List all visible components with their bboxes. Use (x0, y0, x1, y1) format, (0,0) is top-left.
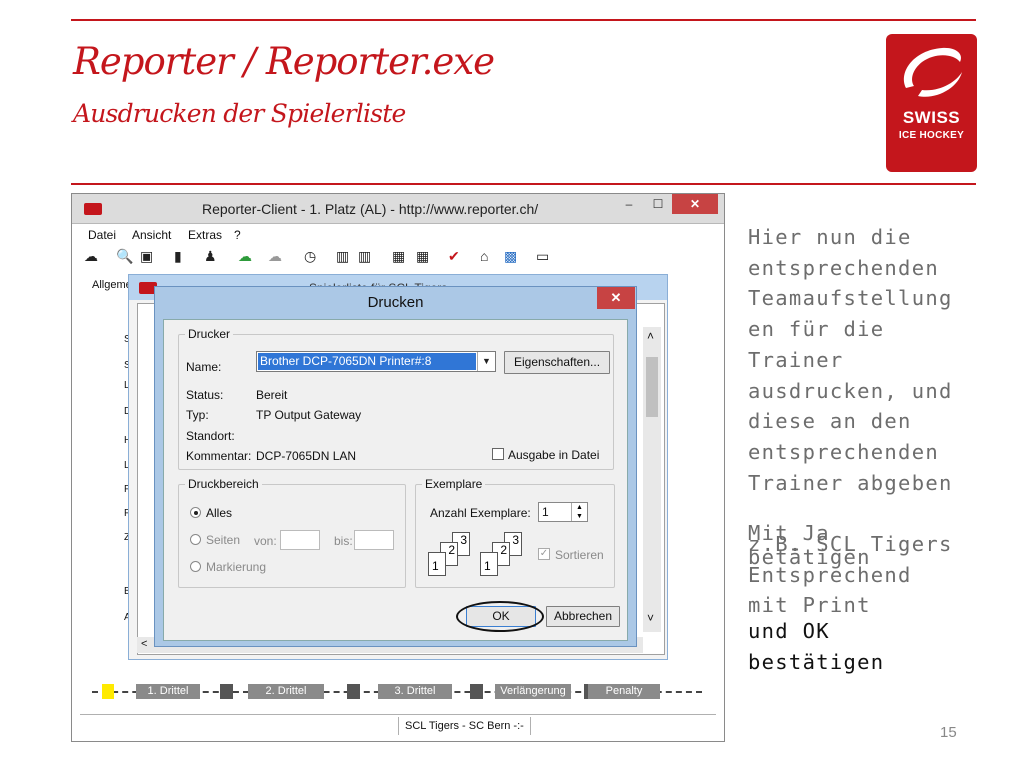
vertical-scrollbar[interactable]: ˄ ˅ (643, 327, 661, 632)
lineup-home-icon[interactable]: ▦ (392, 248, 405, 265)
printer-group-label: Drucker (185, 327, 234, 341)
copies-value: 1 (542, 505, 549, 519)
period-marker (102, 684, 114, 699)
upload-icon[interactable]: ☁ (238, 248, 252, 265)
scroll-thumb[interactable] (646, 357, 658, 417)
side-confirm-text: und OK bestätigen (748, 619, 885, 674)
collate-checkbox[interactable]: ✓ (538, 548, 550, 560)
logo-line1: SWISS (902, 108, 961, 127)
menu-ansicht[interactable]: Ansicht (132, 228, 171, 242)
range-pages-label: Seiten (206, 533, 241, 547)
cancel-button[interactable]: Abbrechen (546, 606, 620, 627)
top-rule (71, 19, 976, 21)
maximize-button[interactable]: ☐ (646, 194, 670, 214)
period-3[interactable]: 3. Drittel (378, 684, 452, 699)
window-titlebar[interactable]: Reporter-Client - 1. Platz (AL) - http:/… (72, 194, 724, 224)
cloud-download-icon[interactable]: ☁ (84, 248, 98, 265)
minimize-button[interactable]: – (618, 194, 640, 214)
range-pages-radio[interactable] (190, 534, 201, 545)
period-square (220, 684, 233, 699)
comment-value: DCP-7065DN LAN (256, 449, 357, 463)
scroll-up-arrow[interactable]: ˄ (647, 329, 654, 343)
status-value: Bereit (256, 388, 288, 402)
period-bar: 1. Drittel 2. Drittel 3. Drittel Verläng… (92, 684, 702, 704)
range-all-radio[interactable] (190, 507, 201, 518)
chevron-down-icon[interactable]: ▼ (477, 352, 495, 371)
status-label: Status: (186, 388, 224, 402)
location-label: Standort: (186, 429, 235, 443)
stopwatch-icon[interactable]: ◷ (304, 248, 316, 265)
print-dialog: Drucken ✕ Drucker Name: Brother DCP-7065… (154, 286, 637, 647)
scroll-down-arrow[interactable]: ˅ (647, 611, 654, 625)
tab-allgemein[interactable]: Allgeme (92, 279, 132, 291)
search-icon[interactable]: 🔍 (116, 248, 133, 265)
range-from-label: von: (254, 534, 277, 548)
range-to-label: bis: (334, 534, 353, 548)
range-group-label: Druckbereich (185, 477, 262, 491)
slide-subtitle: Ausdrucken der Spielerliste (73, 99, 406, 128)
slide-title: Reporter / Reporter.exe (73, 40, 495, 83)
period-1[interactable]: 1. Drittel (136, 684, 200, 699)
clipboard-icon[interactable]: ▮ (174, 248, 182, 265)
puck-swoosh-icon (903, 47, 962, 97)
period-square (470, 684, 483, 699)
period-penalty[interactable]: Penalty (588, 684, 660, 699)
players-icon[interactable]: ♟ (204, 248, 217, 265)
name-label: Name: (186, 360, 222, 374)
dialog-body: Drucker Name: Brother DCP-7065DN Printer… (163, 319, 628, 641)
print-to-file-label: Ausgabe in Datei (508, 448, 600, 462)
page-number: 15 (940, 724, 957, 741)
menu-datei[interactable]: Datei (88, 228, 116, 242)
printer-select[interactable]: Brother DCP-7065DN Printer#:8 ▼ (256, 351, 496, 372)
close-button[interactable]: ✕ (672, 194, 718, 214)
scroll-left-arrow[interactable]: < (141, 638, 147, 650)
type-label: Typ: (186, 408, 209, 422)
dialog-title: Drucken (367, 294, 424, 311)
toolbar: ☁ 🔍 ▣ ▮ ♟ ☁ ☁ ◷ ▥ ▥ ▦ ▦ ✔ ⌂ ▩ ▭ (72, 246, 724, 268)
menu-bar: Datei Ansicht Extras ? (72, 225, 724, 245)
range-selection-label: Markierung (206, 560, 267, 574)
save-icon[interactable]: ▣ (140, 248, 153, 265)
status-bar: SCL Tigers - SC Bern -:- (80, 714, 716, 735)
period-overtime[interactable]: Verlängerung (495, 684, 571, 699)
print-to-file-checkbox[interactable] (492, 448, 504, 460)
side-text-overlap-b: z.B. SCL Tigers Entsprechend mit Print (748, 532, 953, 618)
comment-label: Kommentar: (186, 449, 252, 463)
tv-icon[interactable]: ▭ (536, 248, 549, 265)
properties-button[interactable]: Eigenschaften... (504, 351, 610, 374)
type-value: TP Output Gateway (256, 408, 362, 422)
bottom-rule (71, 183, 976, 185)
window-title: Reporter-Client - 1. Platz (AL) - http:/… (202, 201, 539, 217)
app-icon (84, 203, 102, 215)
menu-extras[interactable]: Extras (188, 228, 222, 242)
team-away-icon[interactable]: ▥ (358, 248, 371, 265)
collate-label: Sortieren (555, 548, 604, 562)
copies-group-label: Exemplare (422, 477, 486, 491)
side-instruction-text: Hier nun die entsprechenden Teamaufstell… (748, 225, 953, 495)
range-from-input[interactable] (280, 530, 320, 550)
home-icon[interactable]: ⌂ (480, 248, 488, 264)
copies-stepper[interactable]: 1 ▲ ▼ (538, 502, 588, 522)
lineup-away-icon[interactable]: ▦ (416, 248, 429, 265)
cloud-gray-icon[interactable]: ☁ (268, 248, 282, 265)
stepper-arrows-icon[interactable]: ▲ ▼ (571, 503, 587, 521)
swiss-ice-hockey-logo: SWISS ICE HOCKEY (886, 34, 977, 172)
match-status: SCL Tigers - SC Bern -:- (398, 717, 531, 735)
range-all-label: Alles (206, 506, 233, 520)
checkmark-icon[interactable]: ✔ (448, 248, 460, 265)
menu-help[interactable]: ? (234, 228, 241, 242)
ok-highlight-ellipse (456, 601, 544, 632)
range-to-input[interactable] (354, 530, 394, 550)
printer-select-value: Brother DCP-7065DN Printer#:8 (258, 353, 476, 370)
copies-label: Anzahl Exemplare: (430, 506, 531, 520)
range-selection-radio[interactable] (190, 561, 201, 572)
period-square (347, 684, 360, 699)
period-2[interactable]: 2. Drittel (248, 684, 324, 699)
logo-line2: ICE HOCKEY (898, 130, 965, 141)
dialog-close-button[interactable]: ✕ (597, 287, 635, 309)
yahoo-icon[interactable]: ▩ (504, 248, 517, 265)
team-home-icon[interactable]: ▥ (336, 248, 349, 265)
